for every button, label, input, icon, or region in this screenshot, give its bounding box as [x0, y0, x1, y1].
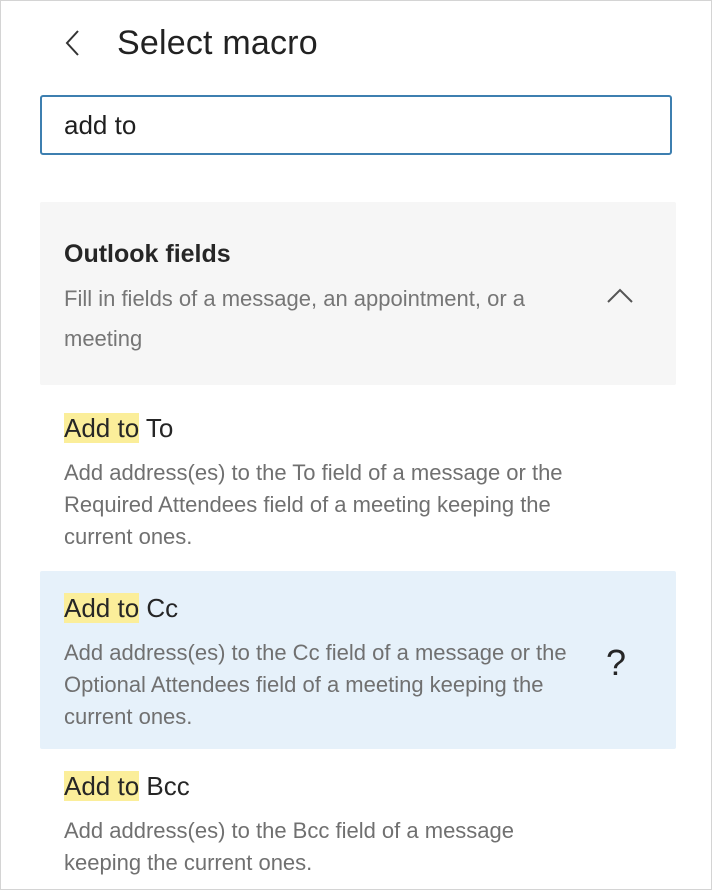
macro-item-add-to-bcc[interactable]: Add to Bcc Add address(es) to the Bcc fi… [40, 749, 676, 889]
macro-item-title-rest: Bcc [139, 771, 190, 801]
panel-header: Select macro [1, 1, 711, 85]
macro-item-description: Add address(es) to the Bcc field of a me… [64, 818, 515, 875]
macro-item-description: Add address(es) to the Cc field of a mes… [64, 640, 567, 729]
macro-item-add-to-to[interactable]: Add to To Add address(es) to the To fiel… [40, 405, 676, 571]
macro-item-title: Add to Cc [64, 591, 676, 625]
chevron-up-icon [607, 288, 633, 303]
group-header-outlook-fields[interactable]: Outlook fields Fill in fields of a messa… [40, 202, 676, 385]
back-button[interactable] [57, 23, 89, 63]
search-match-highlight: Add to [64, 771, 140, 801]
question-mark-icon[interactable]: ? [606, 643, 626, 683]
page-title: Select macro [117, 24, 318, 62]
group-description: Fill in fields of a message, an appointm… [64, 286, 526, 351]
macro-item-title: Add to To [64, 411, 676, 445]
collapse-group-button[interactable] [600, 278, 640, 314]
chevron-left-icon [65, 30, 79, 56]
search-match-highlight: Add to [64, 593, 140, 623]
search-input[interactable] [40, 95, 672, 155]
group-title: Outlook fields [64, 240, 231, 268]
macro-item-title: Add to Bcc [64, 769, 676, 803]
macro-item-add-to-cc[interactable]: Add to Cc Add address(es) to the Cc fiel… [40, 571, 676, 749]
macro-item-description: Add address(es) to the To field of a mes… [64, 460, 563, 549]
macro-picker-panel: Select macro Outlook fields Fill in fiel… [0, 0, 712, 890]
macro-item-title-rest: Cc [139, 593, 179, 623]
search-match-highlight: Add to [64, 413, 140, 443]
macro-item-title-rest: To [139, 413, 174, 443]
